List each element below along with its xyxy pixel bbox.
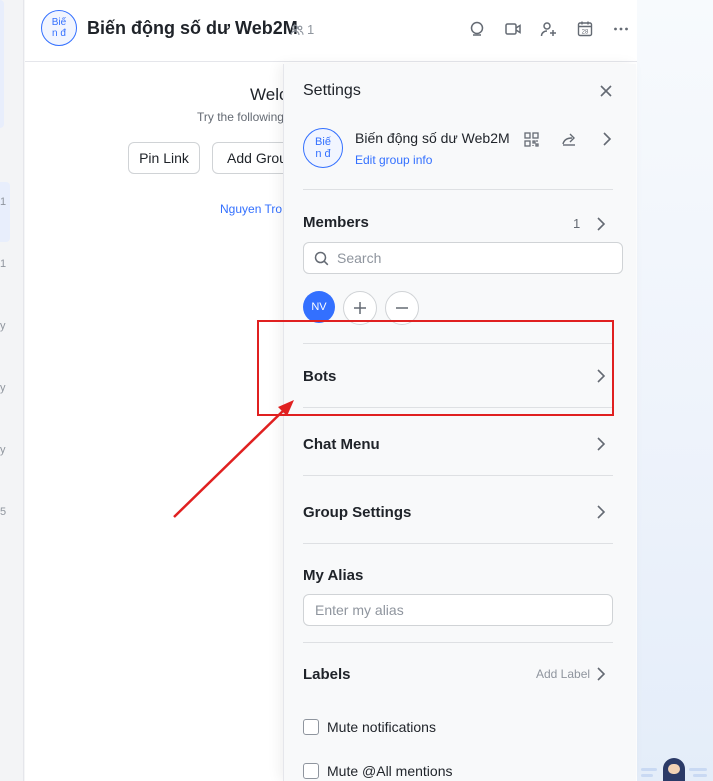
group-avatar-text: Biế [315,136,331,148]
member-search-input[interactable] [337,250,607,266]
group-avatar-text: Biế [51,17,67,28]
mute-all-mentions-row[interactable]: Mute @All mentions [303,763,452,779]
pin-link-button[interactable]: Pin Link [128,142,200,174]
members-label[interactable]: Members [303,214,369,231]
member-count[interactable]: 1 [290,22,314,37]
left-strip: 1 1 y y y 5 [0,0,24,781]
member-avatars: NV [303,291,419,325]
chevron-right-icon[interactable] [596,128,618,150]
mute-notifications-label: Mute notifications [327,719,436,735]
edit-group-info-link[interactable]: Edit group info [355,153,432,167]
creator-link[interactable]: Nguyen Tro [220,202,282,216]
add-label-link[interactable]: Add Label [536,667,590,681]
alias-field[interactable] [303,594,613,626]
chevron-right-icon[interactable] [591,502,611,522]
group-avatar-text: n đ [315,148,331,160]
divider [303,475,613,476]
calendar-day: 28 [582,30,589,36]
my-alias-label: My Alias [303,567,364,584]
left-strip-text: 1 [0,258,6,270]
member-count-text: 1 [307,22,315,37]
background-decoration [637,0,713,781]
mute-notifications-row[interactable]: Mute notifications [303,719,436,735]
header-actions: 28 [465,17,633,41]
mute-notifications-checkbox[interactable] [303,719,319,735]
left-strip-text: 1 [0,196,6,208]
divider [303,543,613,544]
member-avatar[interactable]: NV [303,291,335,323]
mute-all-mentions-label: Mute @All mentions [327,763,453,779]
group-settings-label[interactable]: Group Settings [303,504,411,521]
left-strip-text: y [0,444,6,456]
divider [303,642,613,643]
group-card-actions [520,128,618,150]
bots-label[interactable]: Bots [303,368,336,385]
left-strip-text: y [0,320,6,332]
share-icon[interactable] [558,128,580,150]
video-call-icon[interactable] [501,17,525,41]
welcome-text: Welc [250,85,288,104]
left-strip-text: 5 [0,506,6,518]
chat-title[interactable]: Biến động số dư Web2M [87,18,298,39]
selected-chat-highlight [0,0,4,128]
members-icon [290,24,304,35]
left-strip-text: y [0,382,6,394]
divider [303,189,613,190]
group-avatar[interactable]: Biế n đ [41,10,77,46]
group-name: Biến động số dư Web2M [355,130,510,146]
settings-title: Settings [303,82,361,99]
more-icon[interactable] [609,17,633,41]
chat-header: Biế n đ Biến động số dư Web2M 1 28 [25,0,637,62]
qr-code-icon[interactable] [520,128,542,150]
selected-item-highlight [0,182,10,242]
mute-all-mentions-checkbox[interactable] [303,763,319,779]
labels-label: Labels [303,666,351,683]
mascot-icon [663,758,685,781]
remove-member-button[interactable] [385,291,419,325]
chevron-right-icon[interactable] [591,434,611,454]
chat-menu-label[interactable]: Chat Menu [303,436,380,453]
members-count: 1 [573,216,581,231]
plus-icon [354,302,366,314]
alias-input[interactable] [315,602,605,618]
chevron-right-icon[interactable] [591,366,611,386]
divider [303,343,613,344]
try-text: Try the following [197,110,284,124]
search-chat-icon[interactable] [465,17,489,41]
group-avatar[interactable]: Biế n đ [303,128,343,168]
member-search-box[interactable] [303,242,623,274]
calendar-icon[interactable]: 28 [573,17,597,41]
search-icon [314,251,329,265]
settings-panel: Settings Biế n đ Biến động số dư Web2M E… [283,64,636,781]
add-member-button[interactable] [343,291,377,325]
chevron-right-icon[interactable] [591,664,611,684]
minus-icon [396,307,408,309]
divider [303,407,613,408]
add-member-icon[interactable] [537,17,561,41]
chevron-right-icon[interactable] [591,214,611,234]
close-icon[interactable] [595,80,617,102]
group-avatar-text: n đ [52,28,66,39]
